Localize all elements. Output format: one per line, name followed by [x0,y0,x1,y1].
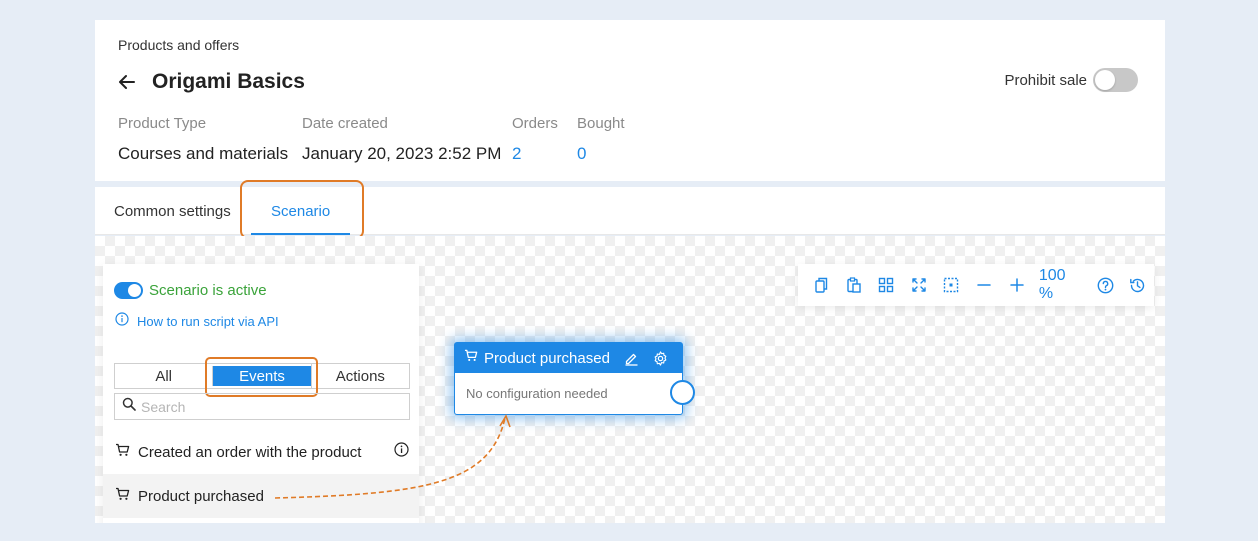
node-title: Product purchased [484,349,610,367]
zoom-out-icon[interactable] [968,264,1001,306]
zoom-in-icon[interactable] [1000,264,1033,306]
meta-label: Bought [577,115,625,132]
edit-icon[interactable] [624,351,639,366]
list-item-label: Created an order with the product [138,443,362,461]
product-header: Products and offers Origami Basics Prohi… [95,20,1165,181]
cart-icon [464,349,478,367]
tab-common-settings[interactable]: Common settings [114,203,231,220]
cart-icon [115,487,130,506]
paste-icon[interactable] [838,264,871,306]
select-area-icon[interactable] [935,264,968,306]
prohibit-sale-toggle[interactable] [1093,68,1138,92]
meta-product-type: Product Type Courses and materials [118,115,288,164]
meta-value: Courses and materials [118,144,289,163]
search-icon [122,397,136,416]
meta-value: January 20, 2023 2:52 PM [302,144,502,163]
meta-bought: Bought 0 [577,115,625,164]
meta-orders: Orders 2 [512,115,558,164]
scenario-canvas[interactable]: Scenario is active How to run script via… [95,236,1165,523]
meta-label: Date created [302,115,388,132]
list-item-label: Product purchased [138,487,264,505]
scenario-node[interactable]: Product purchased No configuration neede… [454,342,695,415]
search-input[interactable] [141,398,391,415]
meta-label: Product Type [118,115,207,132]
scenario-active-row: Scenario is active [114,282,267,299]
meta-label: Orders [512,115,558,132]
cart-icon [115,443,130,462]
filter-all[interactable]: All [115,364,212,388]
node-output-port[interactable] [670,380,695,405]
scenario-tab-highlight [240,180,364,239]
info-icon [115,312,129,331]
fit-screen-icon[interactable] [903,264,936,306]
canvas-toolbar: 100 % [798,264,1154,306]
help-icon[interactable] [1089,264,1122,306]
node-description: No configuration needed [466,386,608,401]
list-item[interactable]: Created an order with the product [103,430,419,474]
prohibit-sale-label: Prohibit sale [1004,71,1087,89]
back-arrow-icon[interactable] [117,72,137,92]
grid-icon[interactable] [870,264,903,306]
node-header: Product purchased [455,343,682,373]
prohibit-sale-control: Prohibit sale [1004,68,1138,92]
list-item[interactable]: Product purchased [103,474,419,518]
scenario-active-label: Scenario is active [149,282,267,299]
gear-icon[interactable] [653,351,668,366]
api-help-row: How to run script via API [115,312,279,331]
orders-count-link[interactable]: 2 [512,144,558,164]
copy-icon[interactable] [805,264,838,306]
events-filter-highlight [205,357,318,397]
search-box [114,393,410,420]
breadcrumb[interactable]: Products and offers [118,37,239,53]
bought-count-link[interactable]: 0 [577,144,625,164]
info-icon[interactable] [394,442,409,462]
meta-date-created: Date created January 20, 2023 2:52 PM [302,115,501,164]
filter-actions[interactable]: Actions [310,364,409,388]
zoom-level: 100 % [1038,267,1066,302]
page-title: Origami Basics [152,70,305,93]
scenario-active-toggle[interactable] [114,282,143,299]
history-icon[interactable] [1121,264,1154,306]
api-help-link[interactable]: How to run script via API [137,314,279,329]
blocks-panel: Scenario is active How to run script via… [103,264,419,523]
tab-bar: Common settings Scenario [95,180,1165,239]
